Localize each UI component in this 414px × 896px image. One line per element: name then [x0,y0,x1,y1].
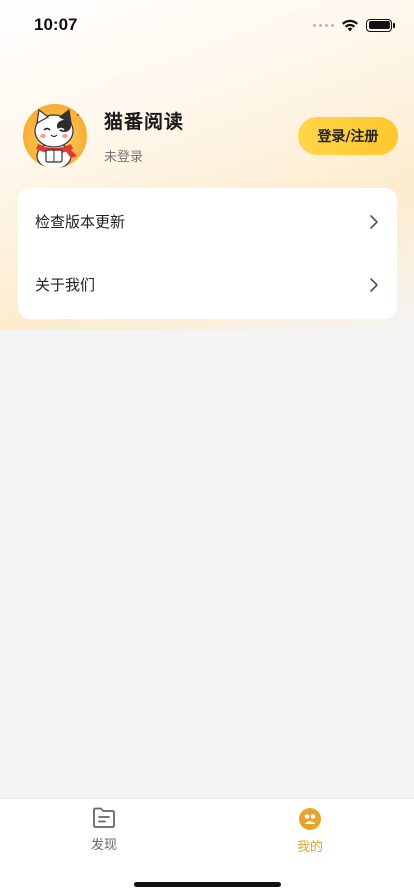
tab-label: 发现 [90,838,117,853]
folder-icon [93,807,115,828]
status-icons [313,18,395,32]
status-bar: 10:07 [0,0,414,50]
chevron-right-icon [370,214,378,229]
battery-icon [366,18,395,32]
profile-icon [299,808,321,830]
tab-mine[interactable]: 我的 [260,807,360,855]
profile-text: 猫番阅读 未登录 [104,107,298,165]
wifi-icon [342,19,358,31]
menu-item-label: 关于我们 [35,276,96,294]
menu-item-label: 检查版本更新 [35,213,126,231]
menu-item-about-us[interactable]: 关于我们 [18,253,397,316]
menu-item-check-update[interactable]: 检查版本更新 [18,190,397,253]
home-indicator [134,882,281,887]
profile-header: 猫番阅读 未登录 登录/注册 [23,104,398,168]
login-state: 未登录 [104,150,144,165]
cat-mascot-avatar [34,106,83,168]
login-register-button[interactable]: 登录/注册 [298,117,398,155]
settings-menu-card: 检查版本更新 关于我们 [18,188,397,319]
tab-label: 我的 [296,840,323,855]
avatar[interactable] [23,104,87,168]
status-time: 10:07 [34,15,78,34]
app-name: 猫番阅读 [104,111,185,133]
signal-icon [313,23,334,27]
chevron-right-icon [370,277,378,292]
tab-discover[interactable]: 发现 [54,807,154,853]
